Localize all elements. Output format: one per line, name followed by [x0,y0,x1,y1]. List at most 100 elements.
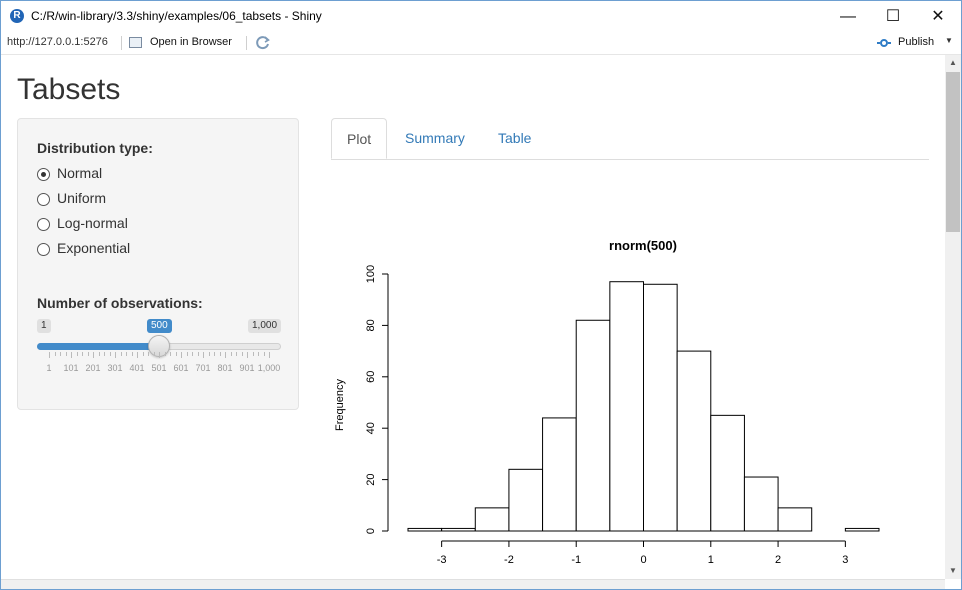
browser-window-icon[interactable] [129,37,142,48]
publish-button[interactable]: Publish [898,36,934,48]
histogram-bar [777,507,813,532]
slider-tick [219,352,221,356]
slider-tick [269,352,270,358]
slider-tick [87,352,89,356]
y-tick-label: 80 [365,319,377,331]
open-in-browser-button[interactable]: Open in Browser [150,36,232,48]
tab-plot[interactable]: Plot [331,118,388,159]
y-tick-label: 0 [365,528,377,534]
slider-tick [192,352,193,356]
slider-tick [76,352,78,356]
close-button[interactable]: ✕ [915,1,961,32]
y-tick-label: 100 [365,265,377,283]
slider-tick [109,352,111,356]
slider-tick [241,352,243,356]
histogram-bar [743,476,779,532]
toolbar-divider [121,36,122,50]
x-tick-label: -1 [571,554,581,566]
slider-tick [170,352,171,356]
slider-tick [225,352,226,358]
y-tick-label: 40 [365,422,377,434]
chevron-down-icon[interactable]: ▼ [945,36,953,45]
y-tick-label: 20 [365,473,377,485]
tab-table[interactable]: Table [483,118,546,158]
slider-tick-label: 501 [151,363,167,373]
slider-tick [65,352,67,356]
rstudio-viewer-window: R C:/R/win-library/3.3/shiny/examples/06… [0,0,962,590]
histogram-bar [542,417,577,532]
slider-tick [98,352,100,356]
r-app-icon: R [10,9,24,23]
slider-tick-label: 901 [239,363,255,373]
radio-button[interactable] [37,243,50,256]
radio-label: Exponential [57,240,131,256]
slider-tick [247,352,248,358]
minimize-button[interactable]: — [825,1,871,32]
toolbar-divider [246,36,247,50]
histogram-bar [609,281,645,532]
slider-fill [37,343,159,350]
url-label: http://127.0.0.1:5276 [7,36,108,48]
histogram-bar [508,468,544,532]
slider-tick [93,352,94,358]
slider-ticks [37,352,281,358]
y-tick-label: 60 [365,371,377,383]
histogram-bar [441,527,476,532]
x-tick-label: 2 [775,554,781,566]
histogram-bar [407,527,443,532]
radio-button[interactable] [37,218,50,231]
slider-tick-label: 201 [85,363,101,373]
slider-tick [159,352,160,358]
slider-tick [54,352,56,356]
radio-label: Log-normal [57,215,128,231]
slider-tick [82,352,83,356]
slider-tick [153,352,155,356]
slider-tick [126,352,127,356]
horizontal-scrollbar[interactable] [1,579,945,589]
radio-selected-dot [41,172,46,177]
x-tick-label: 0 [640,554,646,566]
slider-tick [164,352,166,356]
histogram-svg: -3-2-10123020406080100rnorm(500)data()Fr… [334,238,880,589]
slider-tick [175,352,177,356]
publish-icon[interactable] [877,37,891,49]
scroll-down-icon[interactable]: ▼ [945,563,961,579]
histogram-bar [474,507,510,532]
slider-tick [131,352,133,356]
tab-summary[interactable]: Summary [390,118,480,158]
chart-title: rnorm(500) [609,238,677,253]
title-bar: R C:/R/win-library/3.3/shiny/examples/06… [1,1,961,32]
radio-button[interactable] [37,168,50,181]
page-title: Tabsets [17,73,121,106]
slider-tick [214,352,215,356]
app-content: Tabsets Distribution type: Normal Unifor… [1,55,945,589]
histogram-bar [844,527,880,532]
slider-tick-label: 1 [46,363,52,373]
slider-tick [263,352,265,356]
tabset: Plot Summary Table [331,118,929,160]
scrollbar-thumb[interactable] [946,72,960,232]
slider-tick-label: 401 [129,363,145,373]
slider-tick-label: 801 [217,363,233,373]
x-tick-label: 3 [842,554,848,566]
slider-tick-label: 701 [195,363,211,373]
slider-tick [186,352,188,356]
slider-tick [60,352,61,356]
radio-label: Normal [57,165,103,181]
distribution-type-label: Distribution type: [37,140,153,156]
slider-tick [236,352,237,356]
sidebar-panel: Distribution type: Normal Uniform Log-no… [17,118,299,410]
maximize-button[interactable]: ☐ [870,1,916,32]
slider-tick [181,352,182,358]
vertical-scrollbar[interactable]: ▲ ▼ [945,55,961,579]
slider-tick-label: 301 [107,363,123,373]
window-title: C:/R/win-library/3.3/shiny/examples/06_t… [31,9,322,23]
refresh-icon[interactable] [255,35,271,51]
slider-tick [148,352,149,356]
slider-max-label: 1,000 [248,319,282,333]
radio-button[interactable] [37,193,50,206]
scroll-up-icon[interactable]: ▲ [945,55,961,71]
slider-tick [120,352,122,356]
slider-tick [142,352,144,356]
slider-tick-label: 101 [63,363,79,373]
